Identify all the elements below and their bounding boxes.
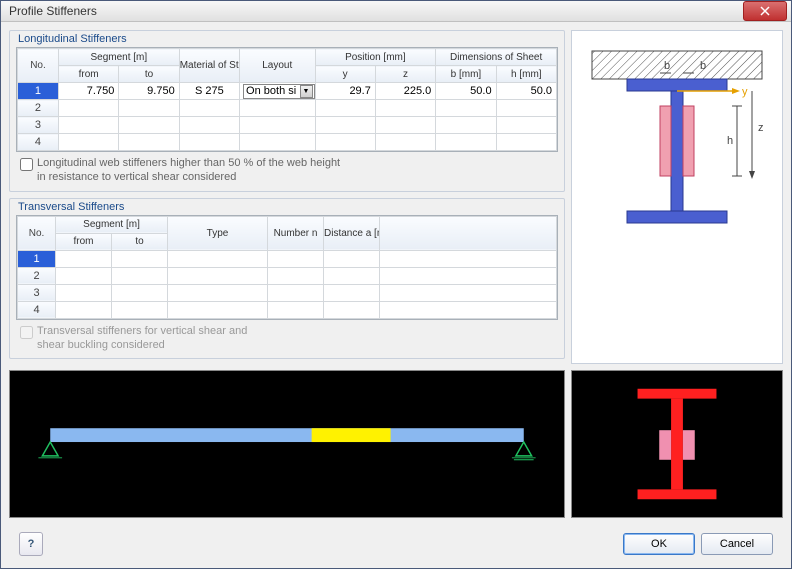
row-number[interactable]: 2 xyxy=(18,267,56,284)
row-number[interactable]: 2 xyxy=(18,100,59,117)
preview-row xyxy=(9,370,783,518)
svg-text:h: h xyxy=(727,135,733,147)
cell-z[interactable]: 225.0 xyxy=(375,83,435,100)
table-row[interactable]: 4 xyxy=(18,301,557,318)
col-type: Type xyxy=(168,216,268,250)
col-dims: Dimensions of Sheet xyxy=(436,49,557,66)
transversal-grid[interactable]: No. Segment [m] Type Number n Distance a… xyxy=(16,215,558,320)
table-row[interactable]: 4 xyxy=(18,134,557,151)
transversal-checkbox-row: Transversal stiffeners for vertical shea… xyxy=(16,324,558,353)
cell-h[interactable]: 50.0 xyxy=(496,83,556,100)
row-number[interactable]: 3 xyxy=(18,284,56,301)
col-b: b [mm] xyxy=(436,66,496,83)
col-no: No. xyxy=(18,49,59,83)
svg-text:y: y xyxy=(742,86,748,98)
upper-row: Longitudinal Stiffeners No. Seg xyxy=(9,30,783,364)
section-preview-svg xyxy=(572,371,782,517)
dialog-window: Profile Stiffeners Longitudinal Stiffene… xyxy=(0,0,792,569)
longitudinal-shear-checkbox[interactable] xyxy=(20,158,33,171)
cell-y[interactable]: 29.7 xyxy=(315,83,375,100)
cell-b[interactable]: 50.0 xyxy=(436,83,496,100)
cell-material[interactable]: S 275 xyxy=(179,83,239,100)
layout-value: On both si xyxy=(246,85,296,97)
svg-text:b: b xyxy=(700,60,706,72)
help-icon: ? xyxy=(28,538,35,550)
col-material: Material of Steel xyxy=(179,49,239,83)
col-layout: Layout xyxy=(240,49,315,83)
col-no: No. xyxy=(18,216,56,250)
col-to: to xyxy=(112,233,168,250)
longitudinal-legend: Longitudinal Stiffeners xyxy=(16,33,129,45)
col-z: z xyxy=(375,66,435,83)
row-number[interactable]: 1 xyxy=(18,83,59,100)
cancel-button[interactable]: Cancel xyxy=(701,533,773,555)
row-number[interactable]: 4 xyxy=(18,301,56,318)
row-number[interactable]: 3 xyxy=(18,117,59,134)
help-button[interactable]: ? xyxy=(19,532,43,556)
col-segment: Segment [m] xyxy=(58,49,179,66)
ok-button[interactable]: OK xyxy=(623,533,695,555)
col-blank xyxy=(380,216,557,250)
table-row[interactable]: 3 xyxy=(18,117,557,134)
transversal-group: Transversal Stiffeners No. Segment [m] T… xyxy=(9,198,565,360)
diagram-column: y z h b b xyxy=(571,30,783,364)
col-distance: Distance a [m] xyxy=(324,216,380,250)
longitudinal-checkbox-row: Longitudinal web stiffeners higher than … xyxy=(16,156,558,185)
svg-text:z: z xyxy=(758,122,764,134)
section-diagram: y z h b b xyxy=(571,30,783,364)
dialog-body: Longitudinal Stiffeners No. Seg xyxy=(1,22,791,572)
col-y: y xyxy=(315,66,375,83)
cell-from[interactable]: 7.750 xyxy=(58,83,118,100)
chevron-down-icon[interactable]: ▼ xyxy=(300,85,313,98)
beam-preview[interactable] xyxy=(9,370,565,518)
i-beam-diagram: y z h b b xyxy=(572,31,782,291)
longitudinal-checkbox-label: Longitudinal web stiffeners higher than … xyxy=(37,156,340,185)
transversal-checkbox-label: Transversal stiffeners for vertical shea… xyxy=(37,324,247,353)
transversal-legend: Transversal Stiffeners xyxy=(16,201,126,213)
window-title: Profile Stiffeners xyxy=(9,4,97,18)
col-h: h [mm] xyxy=(496,66,556,83)
longitudinal-grid[interactable]: No. Segment [m] Material of Steel Layout… xyxy=(16,47,558,152)
table-row[interactable]: 2 xyxy=(18,267,557,284)
layout-dropdown[interactable]: On both si ▼ xyxy=(243,84,314,99)
col-segment: Segment [m] xyxy=(56,216,168,233)
col-from: from xyxy=(58,66,118,83)
col-position: Position [mm] xyxy=(315,49,436,66)
row-number[interactable]: 4 xyxy=(18,134,59,151)
cell-from[interactable] xyxy=(56,250,112,267)
table-row[interactable]: 2 xyxy=(18,100,557,117)
section-preview[interactable] xyxy=(571,370,783,518)
table-row[interactable]: 1 xyxy=(18,250,557,267)
button-bar: ? OK Cancel xyxy=(9,524,783,564)
cell-layout[interactable]: On both si ▼ xyxy=(240,83,315,100)
longitudinal-group: Longitudinal Stiffeners No. Seg xyxy=(9,30,565,192)
row-number[interactable]: 1 xyxy=(18,250,56,267)
col-to: to xyxy=(119,66,179,83)
table-row[interactable]: 1 7.750 9.750 S 275 On both si ▼ xyxy=(18,83,557,100)
col-number: Number n xyxy=(268,216,324,250)
transversal-shear-checkbox[interactable] xyxy=(20,326,33,339)
dialog-buttons: OK Cancel xyxy=(623,533,773,555)
close-button[interactable] xyxy=(743,1,787,21)
close-icon xyxy=(760,6,770,16)
beam-preview-svg xyxy=(10,371,564,517)
cell-to[interactable]: 9.750 xyxy=(119,83,179,100)
tables-column: Longitudinal Stiffeners No. Seg xyxy=(9,30,565,364)
col-from: from xyxy=(56,233,112,250)
svg-text:b: b xyxy=(664,60,670,72)
titlebar: Profile Stiffeners xyxy=(1,1,791,22)
table-row[interactable]: 3 xyxy=(18,284,557,301)
